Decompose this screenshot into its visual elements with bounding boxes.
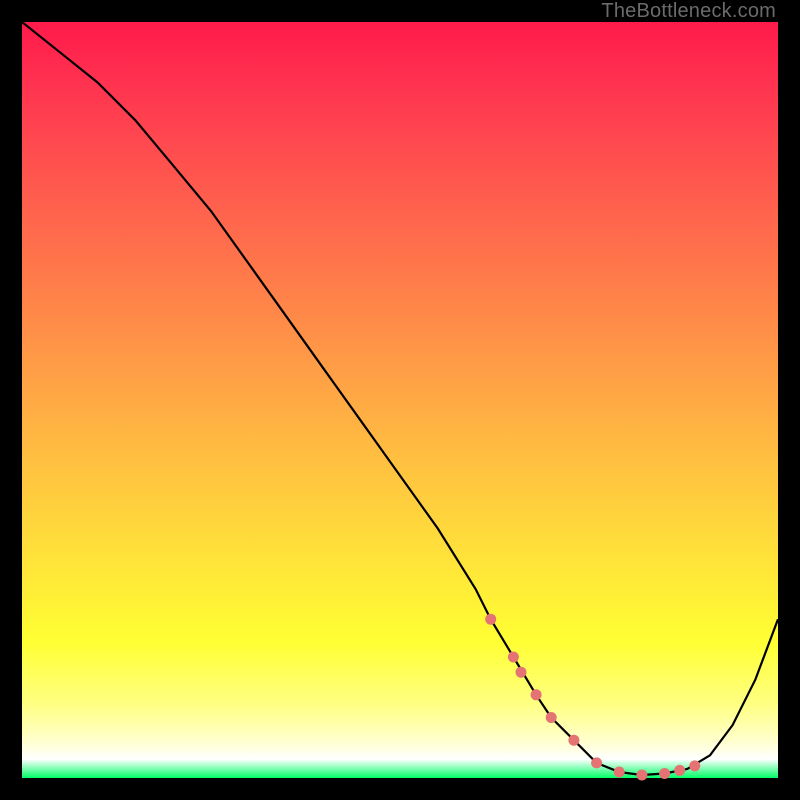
highlight-dot xyxy=(689,760,700,771)
watermark-text: TheBottleneck.com xyxy=(601,0,776,23)
highlight-dot xyxy=(674,765,685,776)
highlight-dot xyxy=(591,757,602,768)
highlight-dot xyxy=(508,652,519,663)
highlight-dot xyxy=(485,614,496,625)
highlight-dot xyxy=(531,689,542,700)
highlight-dot xyxy=(659,768,670,779)
highlight-dot xyxy=(546,712,557,723)
chart-overlay-svg xyxy=(22,22,778,778)
chart-plot-area xyxy=(22,22,778,778)
highlight-marker-group xyxy=(485,614,700,781)
highlight-dot xyxy=(614,767,625,778)
bottleneck-curve-line xyxy=(22,22,778,775)
highlight-dot xyxy=(516,667,527,678)
highlight-dot xyxy=(568,735,579,746)
highlight-dot xyxy=(636,770,647,781)
